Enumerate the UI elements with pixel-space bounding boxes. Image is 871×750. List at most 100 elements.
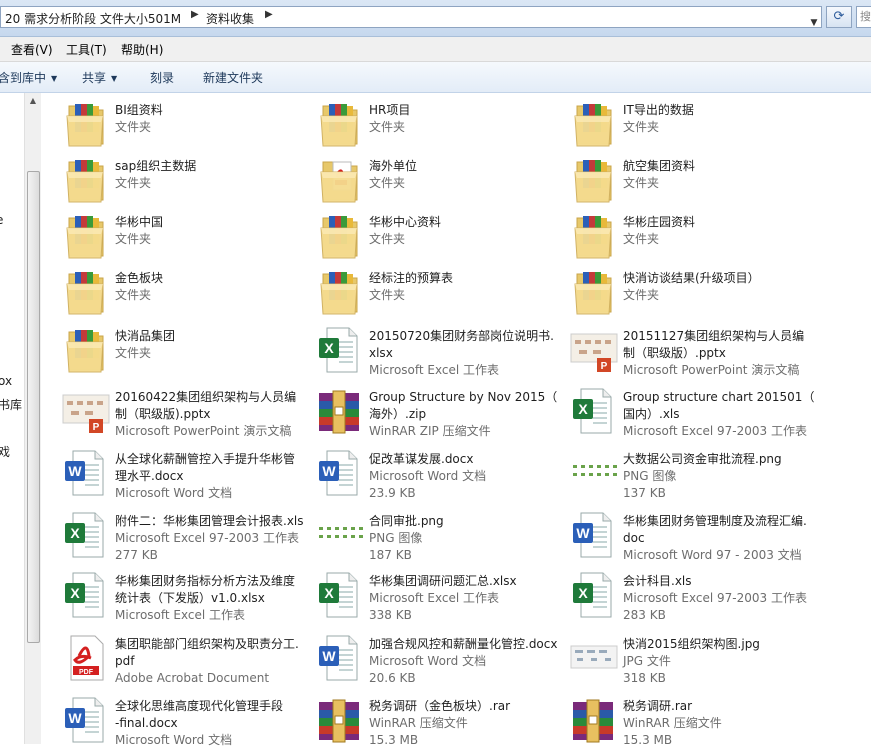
file-size: 318 KB [623,671,666,685]
menu-tools[interactable]: 工具(T) [66,41,107,58]
file-item[interactable]: 华彬中国 文件夹 [61,210,311,266]
excel-icon: X [569,385,619,437]
file-item[interactable]: P 20151127集团组织架构与人员编 制（职级版）.pptx Microsoft … [569,324,819,380]
file-name: 金色板块 [115,271,164,285]
breadcrumb-requirements[interactable]: 20 需求分析阶段 文件大小501M [5,10,181,27]
address-dropdown-icon[interactable]: ▼ [807,13,821,33]
search-input[interactable]: 搜 [856,6,871,28]
svg-text:X: X [70,585,80,601]
new-folder-button[interactable]: 新建文件夹 [203,69,263,86]
folder-icon [569,266,619,318]
file-item[interactable]: 华彬庄园资料 文件夹 [569,210,819,266]
breadcrumb-collection[interactable]: 资料收集 [206,10,254,27]
file-item[interactable]: PDF 集团职能部门组织架构及职责分工. pdf Adobe Acrobat Docu… [61,632,311,688]
file-name-continued: 统计表（下发版）v1.0.xlsx [115,591,265,605]
file-item[interactable]: 经标注的预算表 文件夹 [315,266,565,322]
file-name-continued: -final.docx [115,716,178,730]
svg-text:X: X [578,401,588,417]
word-icon: W [315,447,365,499]
file-type: 文件夹 [115,176,152,190]
file-item[interactable]: X 20150720集团财务部岗位说明书. xlsx Microsoft Excel … [315,324,565,380]
file-name-continued: 海外）.zip [369,407,427,421]
folder-icon [61,98,111,150]
folder-icon [569,210,619,262]
file-item[interactable]: 金色板块 文件夹 [61,266,311,322]
include-in-library-button[interactable]: 包含到库中 ▼ [0,69,57,86]
nav-item[interactable]: ox [0,374,12,388]
file-item[interactable]: X 会计科目.xls Microsoft Excel 97-2003 工作表 283 … [569,569,819,625]
file-item[interactable]: 大数据公司资金审批流程.png PNG 图像 137 KB [569,447,819,503]
scrollbar-thumb[interactable] [27,171,40,643]
file-name: 会计科目.xls [623,574,692,588]
file-item[interactable]: BI组资料 文件夹 [61,98,311,154]
file-name: 20150720集团财务部岗位说明书. [369,329,554,343]
file-item[interactable]: 合同审批.png PNG 图像 187 KB [315,509,565,565]
file-name: 华彬中心资料 [369,215,442,229]
menu-bar: 查看(V) 工具(T) 帮助(H) [0,37,871,62]
svg-text:W: W [322,463,336,479]
file-name: 华彬集团财务指标分析方法及维度 [115,574,296,588]
nav-scrollbar[interactable]: ▲ [24,93,41,744]
file-name: 海外单位 [369,159,418,173]
file-type: Microsoft Word 文档 [115,486,233,500]
file-type: Microsoft Word 97 - 2003 文档 [623,548,802,562]
nav-item[interactable]: 书库 [0,396,22,413]
file-item[interactable]: 快消访谈结果(升级项目） 文件夹 [569,266,819,322]
file-item[interactable]: P 20160422集团组织架构与人员编 制（职级版).pptx Microsoft … [61,385,311,441]
folder-icon [315,210,365,262]
file-item[interactable]: 海外单位 文件夹 [315,154,565,210]
file-item[interactable]: X 附件二：华彬集团管理会计报表.xls Microsoft Excel 97-20… [61,509,311,565]
file-item[interactable]: 快消2015组织架构图.jpg JPG 文件 318 KB [569,632,819,688]
file-item[interactable]: W 全球化思维高度现代化管理手段 -final.docx Microsoft Word… [61,694,311,750]
svg-text:X: X [324,340,334,356]
file-item[interactable]: W 从全球化薪酬管控入手提升华彬管 理水平.docx Microsoft Word 文… [61,447,311,503]
file-item[interactable]: W 加强合规风控和薪酬量化管控.docx Microsoft Word 文档 20.6… [315,632,565,688]
file-name: 集团职能部门组织架构及职责分工. [115,637,299,651]
file-item[interactable]: 税务调研（金色板块）.rar WinRAR 压缩文件 15.3 MB [315,694,565,750]
file-item[interactable]: W 促改革谋发展.docx Microsoft Word 文档 23.9 KB [315,447,565,503]
file-name: 快消2015组织架构图.jpg [623,637,760,651]
file-item[interactable]: 华彬中心资料 文件夹 [315,210,565,266]
svg-text:P: P [93,422,100,433]
file-item[interactable]: sap组织主数据 文件夹 [61,154,311,210]
file-name-continued: doc [623,531,645,545]
file-item[interactable]: HR项目 文件夹 [315,98,565,154]
file-item[interactable]: Group Structure by Nov 2015（ 海外）.zip WinRA… [315,385,565,441]
file-type: Microsoft Excel 97-2003 工作表 [115,531,299,545]
file-type: 文件夹 [369,232,406,246]
share-button[interactable]: 共享 ▼ [82,69,117,86]
breadcrumb-separator-icon[interactable]: ▶ [191,9,199,20]
file-type: PNG 图像 [369,531,423,545]
file-item[interactable]: IT导出的数据 文件夹 [569,98,819,154]
file-size: 338 KB [369,608,412,622]
file-name: 大数据公司资金审批流程.png [623,452,782,466]
file-item[interactable]: 航空集团资料 文件夹 [569,154,819,210]
file-item[interactable]: X 华彬集团财务指标分析方法及维度 统计表（下发版）v1.0.xlsx Microso… [61,569,311,625]
burn-button[interactable]: 刻录 [150,69,174,86]
menu-help[interactable]: 帮助(H) [121,41,163,58]
file-item[interactable]: 税务调研.rar WinRAR 压缩文件 15.3 MB [569,694,819,750]
file-type: WinRAR ZIP 压缩文件 [369,424,491,438]
file-name: HR项目 [369,103,411,117]
ppt-thumb-icon: P [569,324,619,376]
nav-item[interactable]: e [0,213,3,227]
file-type: Microsoft Word 文档 [369,469,487,483]
refresh-button[interactable]: ⟳ [826,6,852,28]
scroll-up-icon[interactable]: ▲ [25,93,41,109]
file-item[interactable]: X 华彬集团调研问题汇总.xlsx Microsoft Excel 工作表 338 K… [315,569,565,625]
file-name: 快消访谈结果(升级项目） [623,271,760,285]
nav-item[interactable]: 戏 [0,443,10,460]
folder-icon [61,324,111,376]
menu-view[interactable]: 查看(V) [11,41,53,58]
excel-icon: X [315,569,365,621]
file-type: WinRAR 压缩文件 [623,716,722,730]
address-box[interactable]: 20 需求分析阶段 文件大小501M ▶ 资料收集 ▶ ▼ [0,6,822,28]
svg-text:X: X [70,525,80,541]
file-type: Microsoft PowerPoint 演示文稿 [623,363,800,377]
file-item[interactable]: W 华彬集团财务管理制度及流程汇编. doc Microsoft Word 97 - … [569,509,819,565]
file-item[interactable]: 快消品集团 文件夹 [61,324,311,380]
file-item[interactable]: X Group structure chart 201501（ 国内）.xls Mic… [569,385,819,441]
file-name-continued: 理水平.docx [115,469,184,483]
breadcrumb-separator-icon[interactable]: ▶ [265,9,273,20]
jpg-thumb-icon [569,632,619,684]
